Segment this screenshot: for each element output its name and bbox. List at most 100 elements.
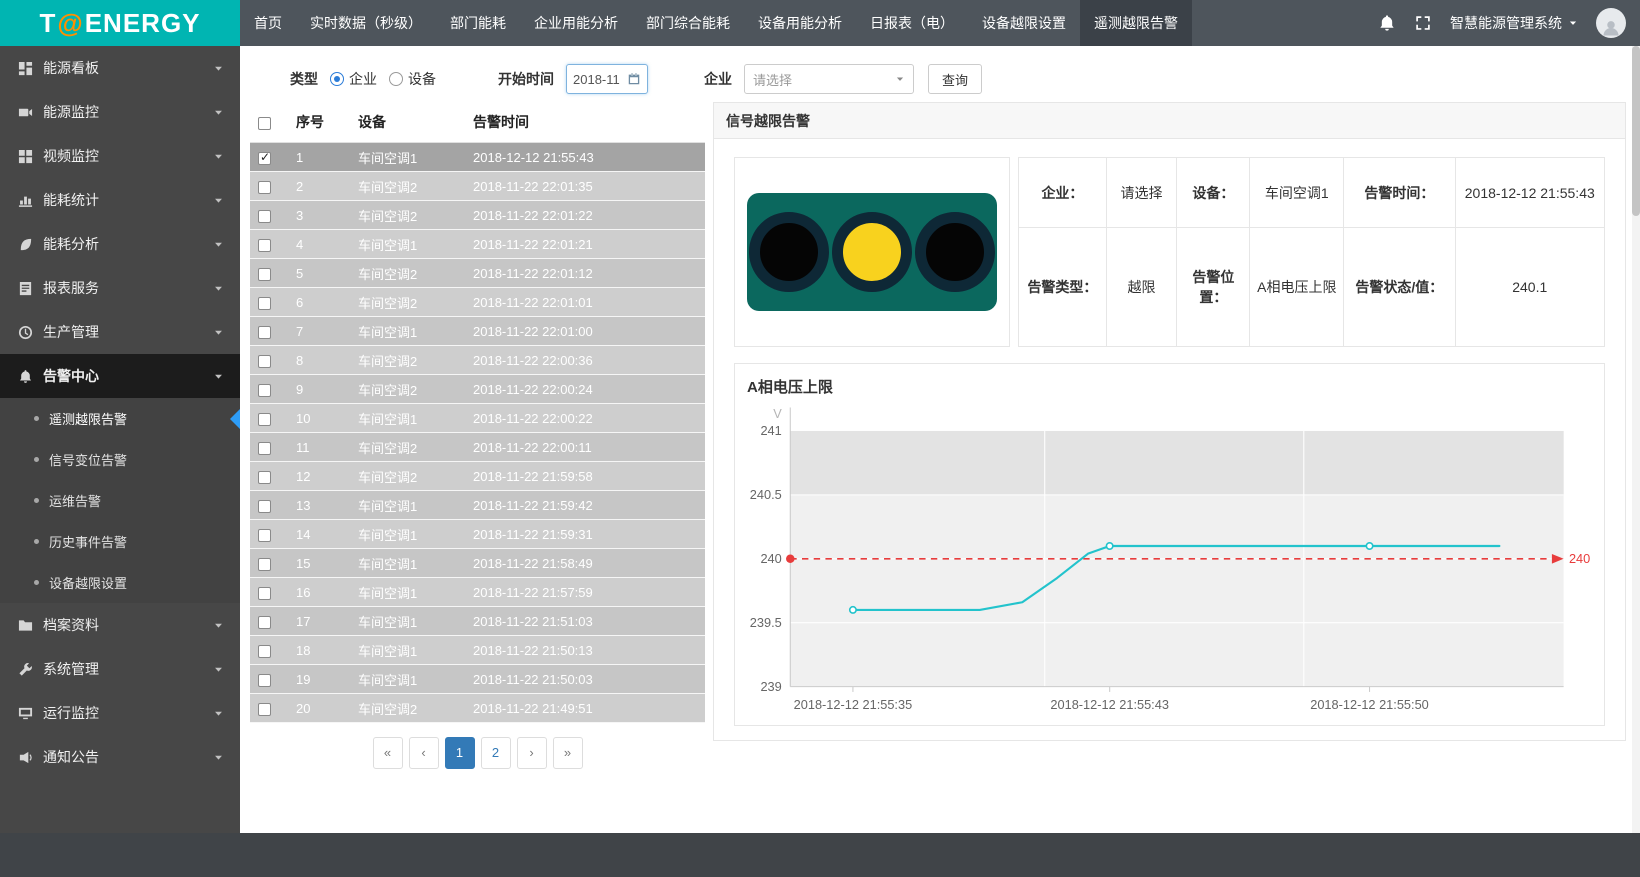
row-checkbox[interactable] — [258, 152, 271, 165]
sidebar-item[interactable]: 通知公告 — [0, 735, 240, 779]
nav-item[interactable]: 遥测越限告警 — [1080, 0, 1192, 46]
sidebar: 能源看板能源监控视频监控能耗统计能耗分析报表服务生产管理告警中心遥测越限告警信号… — [0, 46, 240, 833]
nav-item[interactable]: 企业用能分析 — [520, 0, 632, 46]
sidebar-subitem[interactable]: 信号变位告警 — [0, 439, 240, 480]
radio-device[interactable]: 设备 — [389, 69, 436, 89]
page-button[interactable]: 2 — [481, 737, 511, 769]
table-row[interactable]: 8车间空调22018-11-22 22:00:36 — [250, 346, 705, 375]
sidebar-subitem[interactable]: 遥测越限告警 — [0, 398, 240, 439]
row-checkbox[interactable] — [258, 558, 271, 571]
select-all-checkbox[interactable] — [258, 117, 271, 130]
table-row[interactable]: 9车间空调22018-11-22 22:00:24 — [250, 375, 705, 404]
start-time-input[interactable]: 2018-11 — [566, 64, 648, 94]
row-checkbox[interactable] — [258, 384, 271, 397]
table-row[interactable]: 2车间空调22018-11-22 22:01:35 — [250, 172, 705, 201]
table-row[interactable]: 1车间空调12018-12-12 21:55:43 — [250, 143, 705, 172]
row-checkbox[interactable] — [258, 703, 271, 716]
table-row[interactable]: 20车间空调22018-11-22 21:49:51 — [250, 694, 705, 723]
radio-device-label: 设备 — [408, 69, 436, 89]
table-row[interactable]: 10车间空调12018-11-22 22:00:22 — [250, 404, 705, 433]
sidebar-item[interactable]: 能源看板 — [0, 46, 240, 90]
row-time: 2018-11-22 21:50:03 — [465, 665, 705, 694]
row-checkbox[interactable] — [258, 587, 271, 600]
nav-item[interactable]: 日报表（电） — [856, 0, 968, 46]
page-button[interactable]: › — [517, 737, 547, 769]
sidebar-subitem[interactable]: 设备越限设置 — [0, 562, 240, 603]
scrollbar-thumb[interactable] — [1632, 46, 1640, 216]
page-button[interactable]: ‹ — [409, 737, 439, 769]
sidebar-item[interactable]: 生产管理 — [0, 310, 240, 354]
company-select[interactable]: 请选择 — [744, 64, 914, 94]
nav-item[interactable]: 设备越限设置 — [968, 0, 1080, 46]
table-row[interactable]: 4车间空调12018-11-22 22:01:21 — [250, 230, 705, 259]
notification-bell-icon[interactable] — [1378, 14, 1396, 32]
page-button[interactable]: 1 — [445, 737, 475, 769]
sidebar-item[interactable]: 能源监控 — [0, 90, 240, 134]
row-checkbox[interactable] — [258, 181, 271, 194]
row-checkbox[interactable] — [258, 529, 271, 542]
nav-item[interactable]: 设备用能分析 — [744, 0, 856, 46]
row-checkbox[interactable] — [258, 442, 271, 455]
row-checkbox[interactable] — [258, 355, 271, 368]
sidebar-item[interactable]: 档案资料 — [0, 603, 240, 647]
sidebar-item[interactable]: 系统管理 — [0, 647, 240, 691]
table-row[interactable]: 14车间空调12018-11-22 21:59:31 — [250, 520, 705, 549]
row-checkbox[interactable] — [258, 297, 271, 310]
row-checkbox[interactable] — [258, 326, 271, 339]
fullscreen-icon[interactable] — [1414, 14, 1432, 32]
scrollbar[interactable] — [1632, 46, 1640, 833]
active-item-marker — [230, 409, 240, 429]
row-checkbox[interactable] — [258, 239, 271, 252]
nav-item[interactable]: 实时数据（秒级） — [296, 0, 436, 46]
search-button[interactable]: 查询 — [928, 64, 982, 94]
table-row[interactable]: 5车间空调22018-11-22 22:01:12 — [250, 259, 705, 288]
table-row[interactable]: 12车间空调22018-11-22 21:59:58 — [250, 462, 705, 491]
row-checkbox[interactable] — [258, 413, 271, 426]
table-row[interactable]: 18车间空调12018-11-22 21:50:13 — [250, 636, 705, 665]
row-checkbox[interactable] — [258, 210, 271, 223]
table-row[interactable]: 11车间空调22018-11-22 22:00:11 — [250, 433, 705, 462]
sidebar-item-label: 能源监控 — [43, 102, 203, 122]
nav-item[interactable]: 部门能耗 — [436, 0, 520, 46]
sidebar-subitem[interactable]: 历史事件告警 — [0, 521, 240, 562]
folder-icon — [18, 618, 33, 633]
sidebar-item[interactable]: 能耗分析 — [0, 222, 240, 266]
system-menu[interactable]: 智慧能源管理系统 — [1450, 13, 1578, 33]
table-row[interactable]: 6车间空调22018-11-22 22:01:01 — [250, 288, 705, 317]
calendar-icon[interactable] — [627, 72, 641, 86]
radio-company[interactable]: 企业 — [330, 69, 377, 89]
page-button[interactable]: « — [373, 737, 403, 769]
sidebar-item[interactable]: 报表服务 — [0, 266, 240, 310]
sidebar-item[interactable]: 告警中心 — [0, 354, 240, 398]
table-row[interactable]: 13车间空调12018-11-22 21:59:42 — [250, 491, 705, 520]
chevron-down-icon — [213, 620, 224, 631]
info-status-label: 告警状态/值： — [1344, 228, 1455, 347]
row-checkbox[interactable] — [258, 645, 271, 658]
sidebar-item[interactable]: 运行监控 — [0, 691, 240, 735]
row-checkbox[interactable] — [258, 500, 271, 513]
row-checkbox[interactable] — [258, 268, 271, 281]
nav-item[interactable]: 部门综合能耗 — [632, 0, 744, 46]
row-checkbox[interactable] — [258, 471, 271, 484]
sidebar-item[interactable]: 视频监控 — [0, 134, 240, 178]
table-row[interactable]: 7车间空调12018-11-22 22:01:00 — [250, 317, 705, 346]
row-checkbox[interactable] — [258, 616, 271, 629]
row-device: 车间空调2 — [350, 288, 465, 317]
main: 类型 企业 设备 开始时间 2018-11 企业 请选择 — [240, 46, 1632, 833]
table-row[interactable]: 19车间空调12018-11-22 21:50:03 — [250, 665, 705, 694]
page-button[interactable]: » — [553, 737, 583, 769]
row-checkbox[interactable] — [258, 674, 271, 687]
detail-content: 企业： 请选择 设备： 车间空调1 告警时间： 2018-12-12 21:55… — [714, 139, 1625, 740]
radio-device-icon[interactable] — [389, 72, 403, 86]
radio-company-icon[interactable] — [330, 72, 344, 86]
sidebar-subitem[interactable]: 运维告警 — [0, 480, 240, 521]
nav-item[interactable]: 首页 — [240, 0, 296, 46]
sidebar-item[interactable]: 能耗统计 — [0, 178, 240, 222]
table-row[interactable]: 16车间空调12018-11-22 21:57:59 — [250, 578, 705, 607]
avatar[interactable] — [1596, 8, 1626, 38]
table-row[interactable]: 3车间空调22018-11-22 22:01:22 — [250, 201, 705, 230]
content-row: 序号 设备 告警时间 1车间空调12018-12-12 21:55:432车间空… — [250, 102, 1626, 833]
table-row[interactable]: 15车间空调12018-11-22 21:58:49 — [250, 549, 705, 578]
svg-text:239: 239 — [760, 679, 781, 694]
table-row[interactable]: 17车间空调12018-11-22 21:51:03 — [250, 607, 705, 636]
